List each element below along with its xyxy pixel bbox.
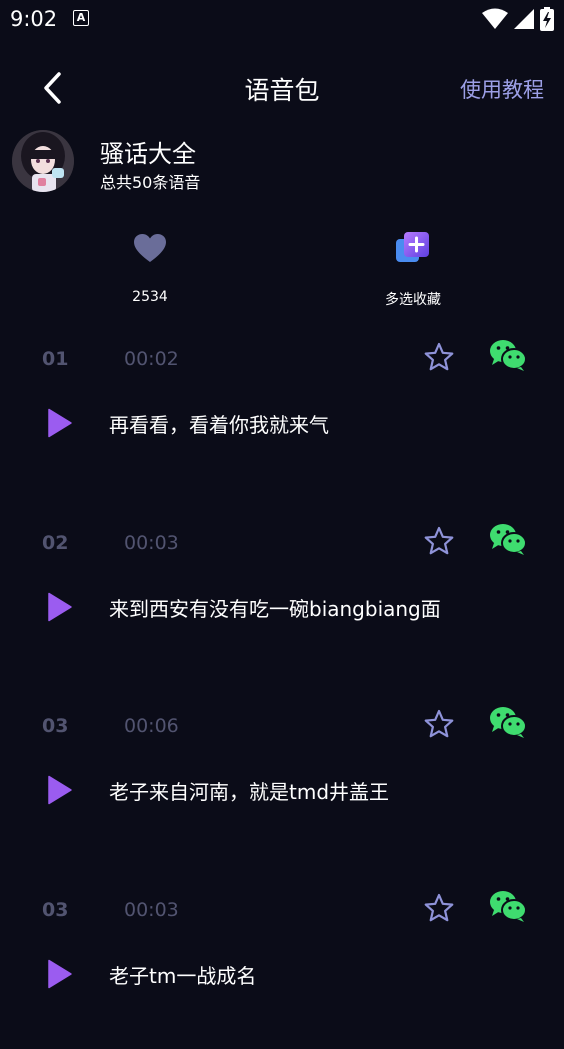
battery-icon [540, 7, 554, 31]
voice-pack-profile: 骚话大全 总共50条语音 [12, 130, 552, 196]
notification-a-icon: A [73, 10, 89, 26]
multi-collect-label: 多选收藏 [385, 292, 441, 308]
avatar [12, 130, 74, 192]
wechat-share-icon[interactable] [489, 338, 527, 372]
wechat-share-icon[interactable] [489, 889, 527, 923]
star-icon[interactable] [423, 708, 455, 740]
voice-text[interactable]: 来到西安有没有吃一碗biangbiang面 [109, 593, 441, 622]
voice-duration: 00:03 [124, 899, 179, 921]
voice-count: 总共50条语音 [100, 173, 201, 192]
voice-text[interactable]: 再看看，看着你我就来气 [109, 409, 329, 438]
play-icon[interactable] [44, 592, 74, 622]
voice-text[interactable]: 老子tm一战成名 [109, 960, 256, 989]
wechat-share-icon[interactable] [489, 522, 527, 556]
chevron-left-icon [44, 72, 61, 104]
status-bar: 9:02 A [0, 0, 564, 38]
like-count: 2534 [132, 289, 168, 305]
voice-index: 01 [42, 348, 69, 370]
multi-collect-button[interactable]: 多选收藏 [353, 228, 473, 309]
voice-text[interactable]: 老子来自河南，就是tmd井盖王 [109, 776, 389, 805]
list-item: 02 00:03 来到西安有没有吃一碗biangbiang面 [0, 524, 564, 682]
tutorial-link[interactable]: 使用教程 [460, 74, 544, 104]
add-collection-icon [396, 232, 429, 262]
wifi-icon [482, 8, 508, 29]
star-icon[interactable] [423, 525, 455, 557]
play-icon[interactable] [44, 959, 74, 989]
voice-duration: 00:02 [124, 348, 179, 370]
back-button[interactable] [30, 66, 74, 110]
star-icon[interactable] [423, 341, 455, 373]
voice-duration: 00:03 [124, 532, 179, 554]
status-icons [482, 6, 554, 32]
voice-pack-name: 骚话大全 [100, 140, 196, 168]
like-button[interactable]: 2534 [90, 228, 210, 305]
wechat-share-icon[interactable] [489, 705, 527, 739]
signal-icon [514, 9, 534, 29]
voice-index: 03 [42, 715, 69, 737]
heart-icon [134, 234, 166, 262]
list-item: 01 00:02 再看看，看着你我就来气 [0, 340, 564, 498]
list-item: 03 00:06 老子来自河南，就是tmd井盖王 [0, 707, 564, 865]
app-bar: 语音包 使用教程 [0, 58, 564, 118]
list-item: 03 00:03 老子tm一战成名 [0, 891, 564, 1049]
star-icon[interactable] [423, 892, 455, 924]
voice-duration: 00:06 [124, 715, 179, 737]
voice-index: 03 [42, 899, 69, 921]
play-icon[interactable] [44, 408, 74, 438]
status-time: 9:02 [10, 7, 58, 31]
voice-index: 02 [42, 532, 69, 554]
play-icon[interactable] [44, 775, 74, 805]
